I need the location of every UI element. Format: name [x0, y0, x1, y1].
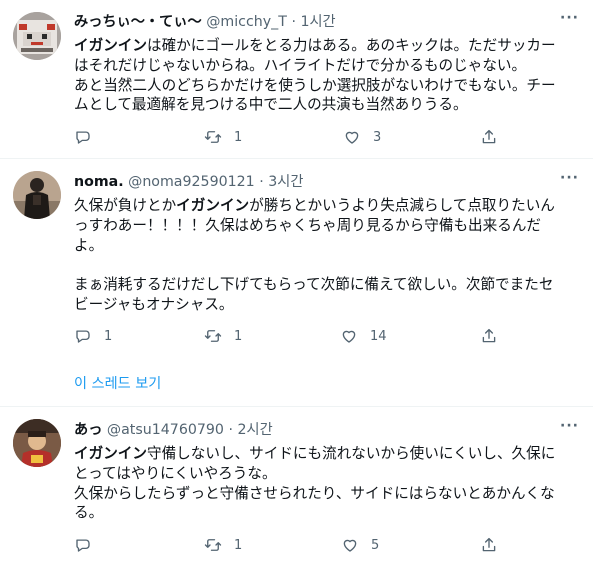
- share-icon: [482, 129, 496, 144]
- timestamp[interactable]: 2시간: [238, 422, 273, 438]
- timestamp[interactable]: 3시간: [268, 174, 303, 190]
- text-line: る。: [74, 504, 104, 522]
- tweet-actions: 1 3: [74, 128, 514, 148]
- reply-count: 1: [104, 328, 113, 344]
- text-line: ビージャもオナシャス。: [74, 295, 234, 313]
- text-line: イガンイン守備しないし、サイドにも流れないから使いにくいし、久保に: [74, 445, 556, 462]
- text-line: よ。: [74, 236, 104, 254]
- tweet-3[interactable]: あっ @atsu14760790 · 2시간 ··· イガンイン守備しないし、サ…: [0, 407, 593, 567]
- text-line: 久保が負けとかイガンインが勝ちとかいうより失点減らして点取りたいん: [74, 197, 555, 214]
- text-line: っすわあー！！！！久保はめちゃくちゃ周り見るから守備も出来るんだ: [74, 216, 542, 234]
- share-icon: [482, 328, 496, 343]
- retweet-icon: [204, 539, 222, 551]
- user-handle[interactable]: @noma92590121: [128, 174, 255, 190]
- like-count: 3: [373, 129, 382, 145]
- avatar-image: [13, 171, 61, 219]
- more-icon[interactable]: ···: [560, 170, 579, 186]
- text-line: まぁ消耗するだけだし下げてもらって次節に備えて欲しい。次節でまたセ: [74, 276, 554, 294]
- tweet-1[interactable]: みっちぃ～・てぃ～ @micchy_T · 1시간 ··· イガンインは確かにゴ…: [0, 0, 593, 158]
- reply-icon: [76, 131, 90, 144]
- retweet-icon: [204, 330, 222, 342]
- display-name[interactable]: noma.: [74, 174, 124, 190]
- reply-icon: [76, 539, 90, 552]
- tweet-2[interactable]: noma. @noma92590121 · 3시간 ··· 久保が負けとかイガン…: [0, 159, 593, 406]
- separator-dot: ·: [259, 174, 264, 190]
- text-line: イガンインは確かにゴールをとる力はある。あのキックは。ただサッカー: [74, 37, 556, 54]
- tweet-actions: 1 1 14: [74, 327, 514, 347]
- reply-button[interactable]: [74, 536, 104, 554]
- tweet-text: 久保が負けとかイガンインが勝ちとかいうより失点減らして点取りたいん っすわあー！…: [74, 196, 579, 315]
- reply-icon: [76, 330, 90, 343]
- avatar[interactable]: [13, 171, 61, 219]
- avatar-image: [13, 12, 61, 60]
- reply-button[interactable]: 1: [74, 327, 112, 345]
- like-button[interactable]: 14: [340, 327, 387, 345]
- retweet-button[interactable]: 1: [204, 536, 242, 554]
- retweet-button[interactable]: 1: [204, 327, 242, 345]
- tweet-header: みっちぃ～・てぃ～ @micchy_T · 1시간: [74, 13, 336, 31]
- display-name[interactable]: みっちぃ～・てぃ～: [74, 14, 202, 30]
- user-handle[interactable]: @atsu14760790: [107, 422, 224, 438]
- text-line: とってはやりにくいやろうな。: [74, 464, 277, 482]
- text-line: あと当然二人のどちらかだけを使うしか選択肢がないわけでもない。チー: [74, 76, 556, 94]
- avatar[interactable]: [13, 12, 61, 60]
- text-line: 久保からしたらずっと守備させられたり、サイドにはらないとあかんくな: [74, 484, 555, 502]
- like-icon: [343, 539, 357, 552]
- avatar[interactable]: [13, 419, 61, 467]
- retweet-count: 1: [234, 537, 243, 553]
- share-button[interactable]: [480, 536, 498, 554]
- more-icon[interactable]: ···: [560, 418, 579, 434]
- reply-button[interactable]: [74, 128, 104, 146]
- timestamp[interactable]: 1시간: [300, 14, 335, 30]
- like-count: 5: [371, 537, 380, 553]
- tweet-text: イガンイン守備しないし、サイドにも流れないから使いにくいし、久保に とってはやり…: [74, 444, 579, 523]
- tweet-header: noma. @noma92590121 · 3시간: [74, 173, 303, 191]
- tweet-header: あっ @atsu14760790 · 2시간: [74, 421, 273, 439]
- separator-dot: ·: [228, 422, 233, 438]
- show-thread-link[interactable]: 이 스레드 보기: [74, 373, 161, 393]
- more-icon[interactable]: ···: [560, 10, 579, 26]
- retweet-icon: [204, 131, 222, 143]
- tweet-text: イガンインは確かにゴールをとる力はある。あのキックは。ただサッカー はそれだけじ…: [74, 36, 579, 115]
- retweet-count: 1: [234, 328, 243, 344]
- like-count: 14: [370, 328, 387, 344]
- like-button[interactable]: 3: [343, 128, 381, 146]
- display-name[interactable]: あっ: [74, 422, 102, 438]
- share-button[interactable]: [480, 327, 498, 345]
- like-button[interactable]: 5: [341, 536, 379, 554]
- text-line: はそれだけじゃないからね。ハイライトだけで分かるものじゃない。: [74, 56, 527, 74]
- user-handle[interactable]: @micchy_T: [206, 14, 287, 30]
- separator-dot: ·: [291, 14, 296, 30]
- share-button[interactable]: [480, 128, 498, 146]
- retweet-button[interactable]: 1: [204, 128, 242, 146]
- tweet-actions: 1 5: [74, 536, 514, 556]
- like-icon: [345, 131, 359, 144]
- share-icon: [482, 537, 496, 552]
- text-line: ムとして最適解を見つける中で二人の共演も当然ありうる。: [74, 96, 468, 114]
- avatar-image: [13, 419, 61, 467]
- retweet-count: 1: [234, 129, 243, 145]
- like-icon: [342, 330, 356, 343]
